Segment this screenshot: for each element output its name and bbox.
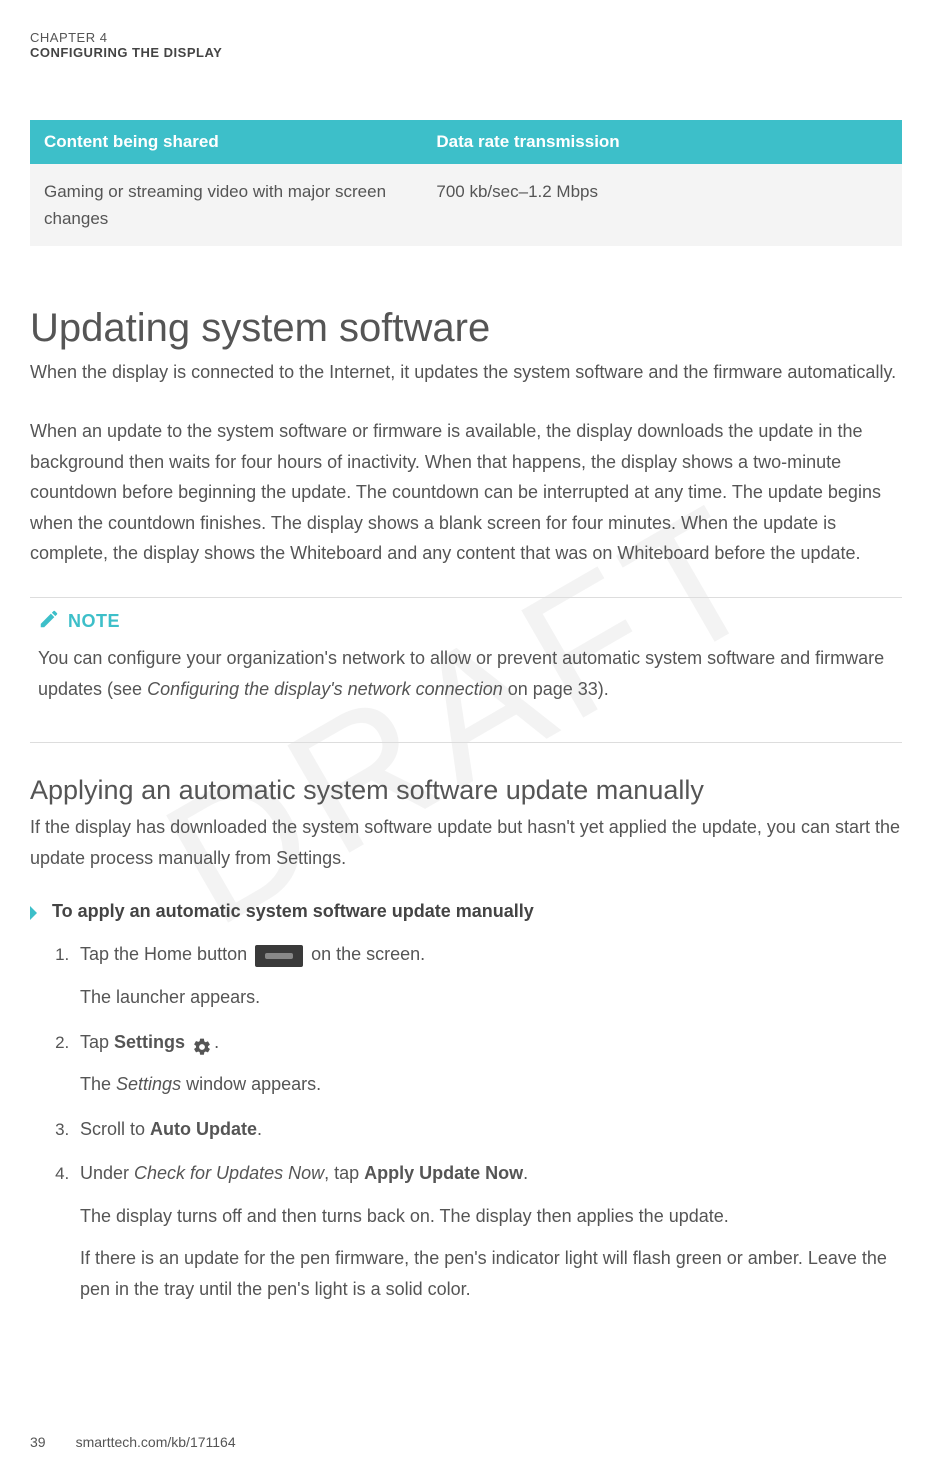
data-rate-table: Content being shared Data rate transmiss… bbox=[30, 120, 902, 246]
chapter-label: CHAPTER 4 bbox=[30, 30, 902, 45]
table-cell: Gaming or streaming video with major scr… bbox=[30, 164, 422, 246]
step-text: Under bbox=[80, 1163, 134, 1183]
procedure-steps: Tap the Home button on the screen. The l… bbox=[74, 939, 902, 1304]
step-sub-pre: The bbox=[80, 1074, 116, 1094]
home-button-icon bbox=[255, 945, 303, 967]
footer-url: smarttech.com/kb/171164 bbox=[76, 1434, 236, 1450]
section-paragraph: When an update to the system software or… bbox=[30, 416, 902, 569]
table-header-row: Content being shared Data rate transmiss… bbox=[30, 120, 902, 164]
procedure-header: To apply an automatic system software up… bbox=[30, 901, 902, 925]
note-label: NOTE bbox=[68, 611, 120, 632]
step-text: . bbox=[214, 1032, 219, 1052]
step-text: , tap bbox=[324, 1163, 364, 1183]
note-text: You can configure your organization's ne… bbox=[38, 643, 894, 704]
procedure-title: To apply an automatic system software up… bbox=[52, 901, 534, 922]
pencil-icon bbox=[38, 608, 60, 635]
step-bold: Settings bbox=[114, 1032, 185, 1052]
step-text: Tap the Home button bbox=[80, 944, 252, 964]
subsection-intro: If the display has downloaded the system… bbox=[30, 812, 902, 873]
step-sub: If there is an update for the pen firmwa… bbox=[80, 1243, 902, 1304]
list-item: Scroll to Auto Update. bbox=[74, 1114, 902, 1145]
page-number: 39 bbox=[30, 1434, 46, 1450]
step-sub: The Settings window appears. bbox=[80, 1069, 902, 1100]
table-row: Gaming or streaming video with major scr… bbox=[30, 164, 902, 246]
table-header-cell: Content being shared bbox=[30, 120, 422, 164]
step-text: Scroll to bbox=[80, 1119, 150, 1139]
step-sub-italic: Settings bbox=[116, 1074, 181, 1094]
step-sub-post: window appears. bbox=[181, 1074, 321, 1094]
divider bbox=[30, 742, 902, 743]
subsection-heading: Applying an automatic system software up… bbox=[30, 775, 902, 806]
caret-right-icon bbox=[30, 901, 40, 925]
list-item: Tap the Home button on the screen. The l… bbox=[74, 939, 902, 1012]
table-header-cell: Data rate transmission bbox=[422, 120, 902, 164]
chapter-header: CHAPTER 4 CONFIGURING THE DISPLAY bbox=[30, 30, 902, 60]
section-heading: Updating system software bbox=[30, 306, 902, 351]
step-sub: The launcher appears. bbox=[80, 982, 902, 1013]
step-sub: The display turns off and then turns bac… bbox=[80, 1201, 902, 1232]
page-footer: 39 smarttech.com/kb/171164 bbox=[30, 1434, 236, 1450]
step-text: on the screen. bbox=[306, 944, 425, 964]
list-item: Under Check for Updates Now, tap Apply U… bbox=[74, 1158, 902, 1304]
note-link-text: Configuring the display's network connec… bbox=[147, 679, 503, 699]
step-text: . bbox=[523, 1163, 528, 1183]
chapter-title: CONFIGURING THE DISPLAY bbox=[30, 45, 902, 60]
note-text-post: on page 33). bbox=[503, 679, 609, 699]
step-italic: Check for Updates Now bbox=[134, 1163, 324, 1183]
step-text: Tap bbox=[80, 1032, 114, 1052]
step-bold: Auto Update bbox=[150, 1119, 257, 1139]
step-text: . bbox=[257, 1119, 262, 1139]
table-cell: 700 kb/sec–1.2 Mbps bbox=[422, 164, 902, 246]
section-intro: When the display is connected to the Int… bbox=[30, 357, 902, 388]
step-bold: Apply Update Now bbox=[364, 1163, 523, 1183]
note-box: NOTE You can configure your organization… bbox=[30, 598, 902, 714]
gear-icon bbox=[192, 1036, 212, 1056]
list-item: Tap Settings . The Settings window appea… bbox=[74, 1027, 902, 1100]
